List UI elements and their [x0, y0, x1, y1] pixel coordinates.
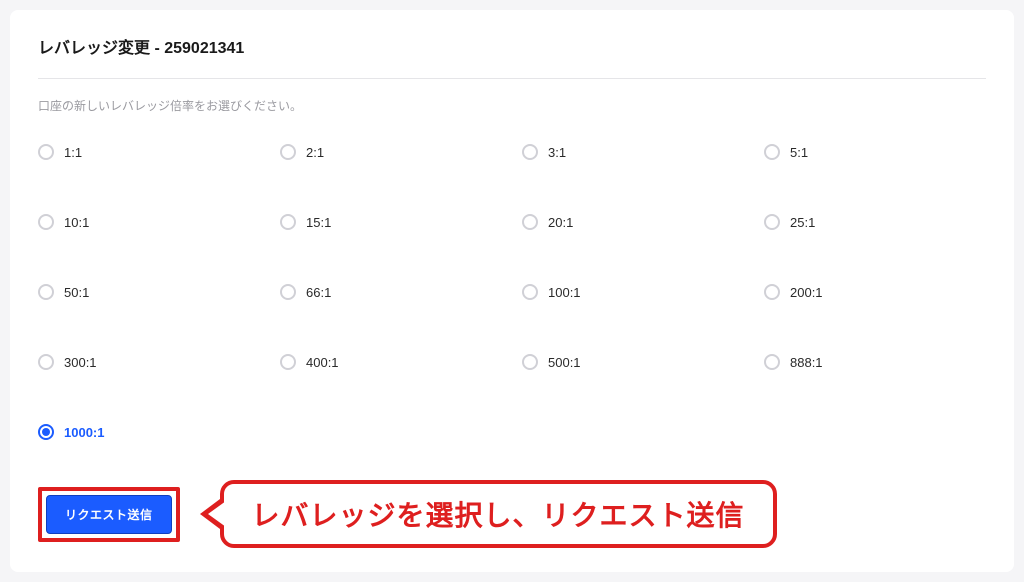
leverage-option-label: 1000:1 — [64, 425, 104, 440]
radio-icon — [522, 144, 538, 160]
leverage-option-label: 1:1 — [64, 145, 82, 160]
radio-icon — [38, 144, 54, 160]
leverage-option-label: 2:1 — [306, 145, 324, 160]
leverage-option[interactable]: 20:1 — [522, 214, 744, 230]
leverage-option[interactable]: 200:1 — [764, 284, 986, 300]
radio-icon — [764, 354, 780, 370]
radio-icon — [280, 144, 296, 160]
radio-icon — [764, 144, 780, 160]
annotation-tail-icon — [200, 496, 224, 532]
leverage-option[interactable]: 100:1 — [522, 284, 744, 300]
leverage-option-label: 400:1 — [306, 355, 339, 370]
submit-highlight-box: リクエスト送信 — [38, 487, 180, 542]
leverage-option-label: 500:1 — [548, 355, 581, 370]
radio-icon — [38, 214, 54, 230]
leverage-option-label: 10:1 — [64, 215, 89, 230]
leverage-option-label: 300:1 — [64, 355, 97, 370]
radio-icon — [764, 214, 780, 230]
radio-icon — [280, 214, 296, 230]
radio-icon — [764, 284, 780, 300]
leverage-option[interactable]: 400:1 — [280, 354, 502, 370]
leverage-option-label: 66:1 — [306, 285, 331, 300]
leverage-option[interactable]: 300:1 — [38, 354, 260, 370]
leverage-option-label: 3:1 — [548, 145, 566, 160]
radio-icon — [522, 354, 538, 370]
radio-icon — [38, 354, 54, 370]
leverage-option[interactable]: 66:1 — [280, 284, 502, 300]
leverage-option[interactable]: 1000:1 — [38, 424, 260, 440]
submit-row: リクエスト送信 レバレッジを選択し、リクエスト送信 — [38, 480, 986, 548]
page-title: レバレッジ変更 - 259021341 — [38, 34, 986, 58]
divider — [38, 78, 986, 79]
leverage-option-label: 50:1 — [64, 285, 89, 300]
leverage-option[interactable]: 5:1 — [764, 144, 986, 160]
annotation-callout: レバレッジを選択し、リクエスト送信 — [200, 480, 777, 548]
leverage-option[interactable]: 2:1 — [280, 144, 502, 160]
leverage-option[interactable]: 15:1 — [280, 214, 502, 230]
radio-icon — [38, 284, 54, 300]
leverage-option-label: 15:1 — [306, 215, 331, 230]
leverage-option[interactable]: 888:1 — [764, 354, 986, 370]
radio-icon — [38, 424, 54, 440]
leverage-option[interactable]: 1:1 — [38, 144, 260, 160]
leverage-option[interactable]: 500:1 — [522, 354, 744, 370]
leverage-option[interactable]: 25:1 — [764, 214, 986, 230]
submit-request-button[interactable]: リクエスト送信 — [46, 495, 172, 534]
radio-icon — [522, 214, 538, 230]
radio-icon — [522, 284, 538, 300]
leverage-option-label: 200:1 — [790, 285, 823, 300]
leverage-option-label: 888:1 — [790, 355, 823, 370]
leverage-option-label: 100:1 — [548, 285, 581, 300]
leverage-option[interactable]: 10:1 — [38, 214, 260, 230]
leverage-option[interactable]: 50:1 — [38, 284, 260, 300]
leverage-options-grid: 1:1 2:1 3:1 5:1 10:1 15:1 20:1 25:1 50:1 66:1 100:… — [38, 144, 986, 440]
leverage-option-label: 20:1 — [548, 215, 573, 230]
leverage-option-label: 5:1 — [790, 145, 808, 160]
annotation-text: レバレッジを選択し、リクエスト送信 — [220, 480, 777, 548]
description-text: 口座の新しいレバレッジ倍率をお選びください。 — [38, 97, 986, 114]
leverage-option[interactable]: 3:1 — [522, 144, 744, 160]
radio-icon — [280, 354, 296, 370]
leverage-change-card: レバレッジ変更 - 259021341 口座の新しいレバレッジ倍率をお選びくださ… — [10, 10, 1014, 572]
leverage-option-label: 25:1 — [790, 215, 815, 230]
radio-icon — [280, 284, 296, 300]
